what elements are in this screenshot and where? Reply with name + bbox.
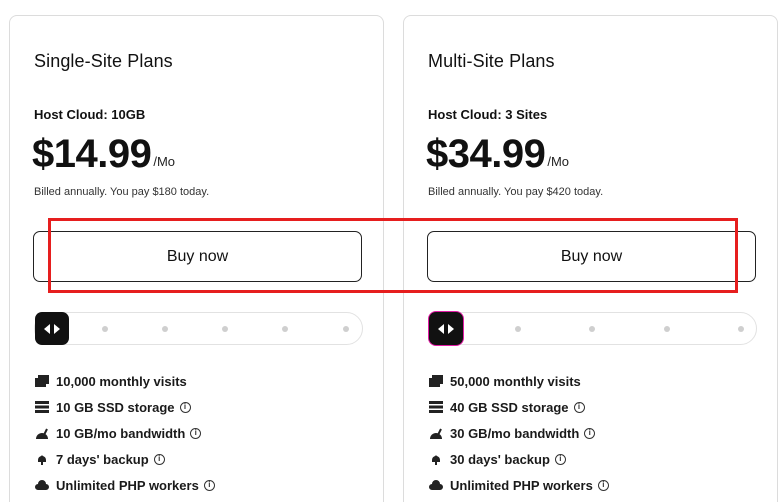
storage-icon bbox=[428, 400, 444, 414]
bandwidth-icon bbox=[34, 426, 50, 440]
feature-list: 10,000 monthly visits 10 GB SSD storage … bbox=[34, 368, 215, 498]
backup-icon bbox=[428, 452, 444, 466]
slider-step-dot[interactable] bbox=[162, 326, 168, 332]
backup-icon bbox=[34, 452, 50, 466]
feature-text: 10,000 monthly visits bbox=[56, 373, 187, 389]
info-icon[interactable]: i bbox=[179, 401, 191, 413]
feature-text: 7 days' backup bbox=[56, 451, 149, 467]
plan-subtitle: Host Cloud: 3 Sites bbox=[428, 107, 548, 122]
plan-tier-slider[interactable] bbox=[428, 312, 757, 345]
feature-text: Unlimited PHP workers bbox=[56, 477, 199, 493]
feature-item: 30 GB/mo bandwidth i bbox=[428, 420, 609, 446]
slider-step-dot[interactable] bbox=[515, 326, 521, 332]
billing-note: Billed annually. You pay $180 today. bbox=[34, 186, 210, 198]
left-right-arrows-icon bbox=[438, 323, 454, 334]
storage-icon bbox=[34, 400, 50, 414]
info-icon[interactable]: i bbox=[573, 401, 585, 413]
buy-now-button[interactable]: Buy now bbox=[33, 231, 362, 282]
feature-text: 40 GB SSD storage bbox=[450, 399, 569, 415]
price: $14.99 bbox=[32, 132, 152, 176]
plan-card-single-site: Single-Site Plans Host Cloud: 10GB $14.9… bbox=[9, 15, 384, 502]
feature-item: 7 days' backup i bbox=[34, 446, 215, 472]
visits-icon bbox=[428, 374, 444, 388]
price-row: $14.99 /Mo bbox=[32, 130, 175, 178]
feature-text: 30 GB/mo bandwidth bbox=[450, 425, 580, 441]
buy-now-button[interactable]: Buy now bbox=[427, 231, 756, 282]
feature-list: 50,000 monthly visits 40 GB SSD storage … bbox=[428, 368, 609, 498]
feature-item: Unlimited PHP workers i bbox=[428, 472, 609, 498]
feature-item: 10 GB/mo bandwidth i bbox=[34, 420, 215, 446]
info-icon[interactable]: i bbox=[554, 453, 566, 465]
feature-item: 50,000 monthly visits bbox=[428, 368, 609, 394]
plan-tier-slider[interactable] bbox=[34, 312, 363, 345]
info-icon[interactable]: i bbox=[203, 479, 215, 491]
feature-item: 40 GB SSD storage i bbox=[428, 394, 609, 420]
plan-title: Single-Site Plans bbox=[34, 51, 173, 71]
feature-item: 10,000 monthly visits bbox=[34, 368, 215, 394]
pricing-page: Single-Site Plans Host Cloud: 10GB $14.9… bbox=[0, 0, 784, 502]
slider-handle[interactable] bbox=[35, 312, 69, 345]
info-icon[interactable]: i bbox=[597, 479, 609, 491]
slider-step-dot[interactable] bbox=[664, 326, 670, 332]
billing-note: Billed annually. You pay $420 today. bbox=[428, 186, 604, 198]
slider-step-dot[interactable] bbox=[102, 326, 108, 332]
slider-handle[interactable] bbox=[429, 312, 463, 345]
bandwidth-icon bbox=[428, 426, 444, 440]
slider-step-dot[interactable] bbox=[738, 326, 744, 332]
visits-icon bbox=[34, 374, 50, 388]
feature-text: Unlimited PHP workers bbox=[450, 477, 593, 493]
price: $34.99 bbox=[426, 132, 546, 176]
info-icon[interactable]: i bbox=[190, 427, 202, 439]
feature-item: 10 GB SSD storage i bbox=[34, 394, 215, 420]
price-row: $34.99 /Mo bbox=[426, 130, 569, 178]
feature-text: 30 days' backup bbox=[450, 451, 550, 467]
feature-text: 10 GB/mo bandwidth bbox=[56, 425, 186, 441]
slider-step-dot[interactable] bbox=[343, 326, 349, 332]
feature-item: Unlimited PHP workers i bbox=[34, 472, 215, 498]
left-right-arrows-icon bbox=[44, 323, 60, 334]
slider-step-dot[interactable] bbox=[282, 326, 288, 332]
feature-text: 50,000 monthly visits bbox=[450, 373, 581, 389]
cloud-icon bbox=[34, 478, 50, 492]
slider-step-dot[interactable] bbox=[222, 326, 228, 332]
feature-text: 10 GB SSD storage bbox=[56, 399, 175, 415]
plan-card-multi-site: Multi-Site Plans Host Cloud: 3 Sites $34… bbox=[403, 15, 778, 502]
slider-step-dot[interactable] bbox=[589, 326, 595, 332]
plan-subtitle: Host Cloud: 10GB bbox=[34, 107, 146, 122]
feature-item: 30 days' backup i bbox=[428, 446, 609, 472]
price-period: /Mo bbox=[547, 154, 570, 169]
cloud-icon bbox=[428, 478, 444, 492]
info-icon[interactable]: i bbox=[153, 453, 165, 465]
price-period: /Mo bbox=[153, 154, 176, 169]
info-icon[interactable]: i bbox=[584, 427, 596, 439]
plan-title: Multi-Site Plans bbox=[428, 51, 555, 71]
